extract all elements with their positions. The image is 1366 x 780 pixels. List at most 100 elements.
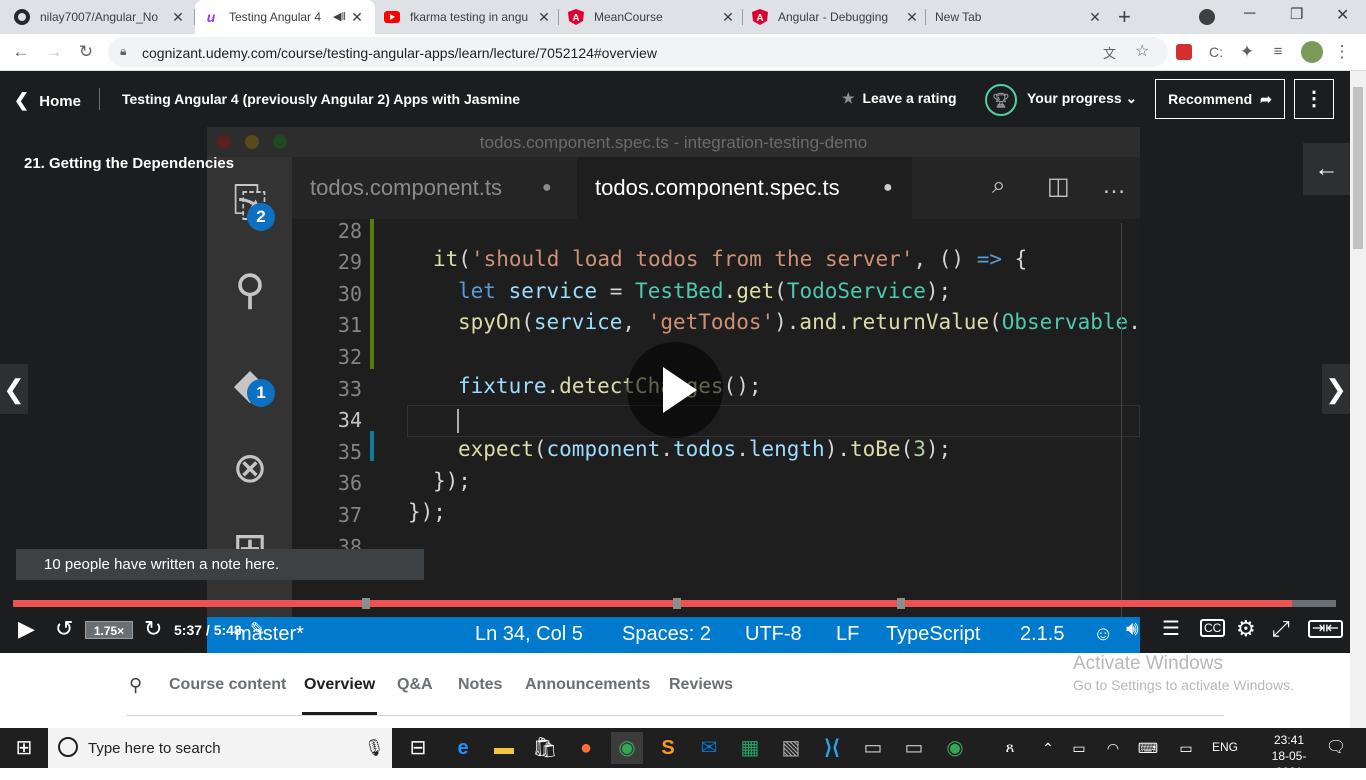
chevron-left-icon: ❮ — [3, 374, 25, 404]
playback-speed-button[interactable]: 1.75× — [85, 621, 133, 639]
address-bar[interactable]: 🔒︎ cognizant.udemy.com/course/testing-an… — [108, 37, 1168, 67]
browser-tab[interactable]: New Tab ✕ — [935, 0, 1111, 34]
home-link[interactable]: ❮ Home — [14, 90, 81, 111]
browser-tab[interactable]: A MeanCourse ✕ — [568, 0, 744, 34]
window-close-icon[interactable]: ✕ — [1336, 5, 1349, 25]
chrome-icon[interactable]: ◉ — [611, 732, 643, 764]
previous-lecture-button[interactable]: ❮ — [0, 364, 28, 414]
avatar[interactable] — [1301, 41, 1323, 63]
settings-gear-icon[interactable]: ⚙ — [1236, 617, 1256, 641]
expand-view-icon[interactable]: ⇥⇤ — [1308, 620, 1343, 638]
task-view-icon[interactable]: ⊟ — [402, 732, 434, 764]
wifi-icon[interactable]: ◠ — [1097, 732, 1129, 764]
excel-icon[interactable]: ▦ — [734, 732, 766, 764]
edge-icon[interactable]: e — [447, 732, 479, 764]
pdf-extension-icon[interactable] — [1176, 44, 1192, 60]
firefox-icon[interactable]: ● — [570, 732, 602, 764]
note-marker[interactable] — [673, 598, 681, 609]
play-icon[interactable]: ▶ — [18, 617, 35, 641]
expand-sidebar-button[interactable]: ← — [1303, 143, 1350, 195]
language-indicator[interactable]: ENG — [1212, 740, 1238, 754]
browser-tab[interactable]: fkarma testing in angu ✕ — [384, 0, 560, 34]
forward-icon[interactable]: ↻ — [144, 617, 162, 641]
vscode-icon[interactable]: ⟩⟨ — [816, 732, 848, 764]
fullscreen-icon[interactable]: ⤢ — [1272, 617, 1290, 641]
paint-icon[interactable]: ▧ — [775, 732, 807, 764]
split-editor-icon: ◫ — [1047, 173, 1070, 200]
next-lecture-button[interactable]: ❯ — [1322, 364, 1350, 414]
audio-icon[interactable]: ◀ǁ — [333, 10, 346, 23]
recommend-button[interactable]: Recommend ➦ — [1155, 79, 1285, 119]
browser-tab[interactable]: nilay7007/Angular_No ✕ — [14, 0, 194, 34]
more-options-button[interactable]: ⋮ — [1294, 79, 1334, 119]
windows-start-icon[interactable]: ⊞ — [8, 732, 40, 764]
close-icon[interactable]: ✕ — [349, 9, 365, 26]
add-note-icon[interactable]: ✎ — [250, 617, 265, 641]
tab-reviews[interactable]: Reviews — [669, 676, 733, 694]
close-icon[interactable]: ✕ — [170, 9, 186, 26]
play-button-large[interactable] — [627, 342, 723, 438]
close-icon[interactable]: ✕ — [536, 9, 552, 26]
tab-course-content[interactable]: Course content — [169, 676, 286, 694]
mail-icon[interactable]: ✉ — [693, 732, 725, 764]
chevron-up-icon[interactable]: ⌃ — [1032, 732, 1064, 764]
tab-search-icon[interactable] — [1199, 9, 1215, 25]
keyboard-icon[interactable]: ⌨ — [1132, 732, 1164, 764]
tab-overview[interactable]: Overview — [304, 676, 375, 694]
terminal-icon[interactable]: ▭ — [857, 732, 889, 764]
close-icon[interactable]: ✕ — [1087, 9, 1103, 26]
extension-icon[interactable]: C: — [1206, 42, 1226, 62]
minimize-icon[interactable]: ─ — [1244, 5, 1255, 23]
clock[interactable]: 23:41 18-05-2021 — [1262, 732, 1316, 780]
leave-rating-button[interactable]: ★ Leave a rating — [842, 90, 957, 107]
transcript-icon[interactable]: ☰ — [1162, 617, 1180, 641]
sublime-icon[interactable]: S — [652, 732, 684, 764]
progress-fill — [13, 600, 1293, 607]
angular-icon: A — [568, 9, 584, 25]
video-progress-bar[interactable] — [13, 598, 1336, 609]
new-tab-button[interactable]: + — [1118, 4, 1131, 30]
chevron-down-icon: ⌄ — [1125, 90, 1138, 106]
note-marker[interactable] — [897, 598, 905, 609]
menu-icon[interactable]: ⋮ — [1332, 42, 1352, 62]
chrome-icon[interactable]: ◉ — [939, 732, 971, 764]
translate-icon[interactable]: 文 — [1103, 43, 1116, 62]
taskbar-search[interactable]: Type here to search 🎙︎ — [48, 728, 392, 768]
captions-icon[interactable]: CC — [1200, 619, 1226, 637]
forward-icon[interactable]: → — [44, 42, 64, 62]
search-icon: ⚲ — [234, 266, 266, 313]
video-player[interactable]: todos.component.spec.ts - integration-te… — [0, 127, 1350, 653]
browser-tab[interactable]: A Angular - Debugging ✕ — [752, 0, 928, 34]
note-marker[interactable] — [362, 598, 370, 609]
tab-notes[interactable]: Notes — [458, 676, 502, 694]
microphone-icon[interactable]: 🎙︎ — [364, 738, 384, 758]
tab-announcements[interactable]: Announcements — [525, 676, 650, 694]
search-icon[interactable]: ⚲ — [129, 675, 142, 696]
editor-tab-label: todos.component.spec.ts — [595, 175, 840, 200]
store-icon[interactable]: 🛍︎ — [529, 732, 561, 764]
volume-icon[interactable]: 🔊︎ — [1126, 617, 1139, 641]
battery-icon[interactable]: ▭ — [1063, 732, 1095, 764]
terminal-icon[interactable]: ▭ — [898, 732, 930, 764]
puzzle-icon[interactable]: ✦ — [1237, 42, 1257, 62]
search-icon — [58, 737, 78, 757]
line-number: 30 — [337, 282, 362, 306]
tab-qa[interactable]: Q&A — [397, 676, 433, 694]
back-icon[interactable]: ← — [11, 42, 31, 62]
rewind-icon[interactable]: ↺ — [55, 617, 73, 641]
restore-icon[interactable]: ❐ — [1290, 5, 1303, 23]
reload-icon[interactable]: ↻ — [76, 42, 96, 62]
notes-info-banner[interactable]: 10 people have written a note here. — [16, 549, 424, 580]
people-icon[interactable]: ጸ — [994, 732, 1026, 764]
file-explorer-icon[interactable]: ▬ — [488, 732, 520, 764]
close-icon[interactable]: ✕ — [904, 9, 920, 26]
display-icon[interactable]: ▭ — [1170, 732, 1202, 764]
trophy-icon: 🏆︎ — [985, 84, 1017, 116]
browser-tab-active[interactable]: u Testing Angular 4 ◀ǁ ✕ — [195, 0, 375, 34]
close-icon[interactable]: ✕ — [720, 9, 736, 26]
reading-list-icon[interactable]: ≡ — [1268, 42, 1288, 62]
bookmark-star-icon[interactable]: ☆ — [1135, 41, 1149, 61]
line-number: 34 — [337, 408, 362, 432]
page-scrollbar[interactable] — [1350, 71, 1366, 728]
notification-icon[interactable]: 🗨︎ — [1320, 732, 1352, 764]
